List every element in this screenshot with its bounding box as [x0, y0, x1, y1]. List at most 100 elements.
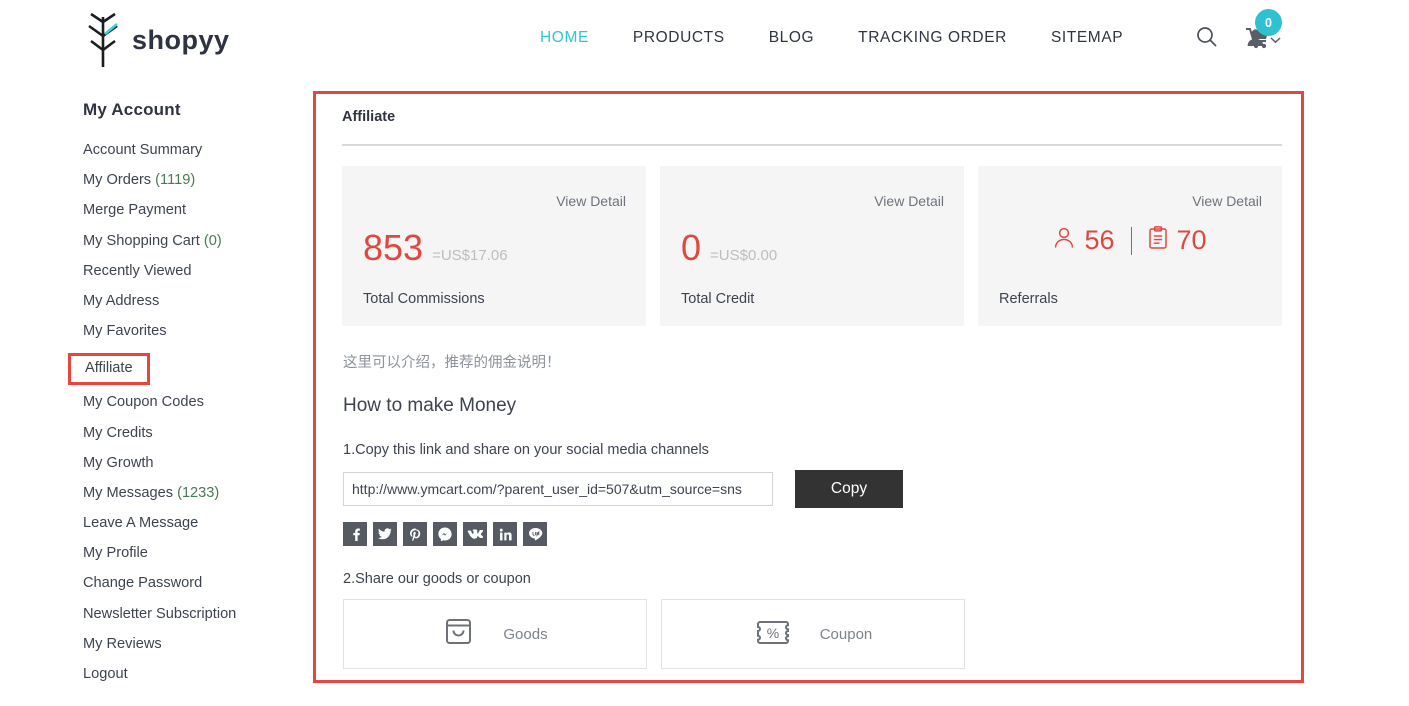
- nav-item-home[interactable]: HOME: [540, 29, 589, 47]
- share-goods-label: Goods: [503, 626, 547, 643]
- sidebar-item-my-shopping-cart[interactable]: My Shopping Cart (0): [83, 233, 293, 250]
- commission-note: 这里可以介绍，推荐的佣金说明！: [343, 351, 1282, 372]
- title-divider: [342, 144, 1282, 146]
- sidebar-item-my-profile[interactable]: My Profile: [83, 545, 293, 562]
- sidebar-item-label: My Orders: [83, 172, 155, 188]
- cart-icon: [1245, 37, 1271, 54]
- search-icon[interactable]: [1196, 26, 1218, 53]
- sidebar-item-label: My Profile: [83, 545, 148, 561]
- referral-people-count: 56: [1084, 227, 1114, 254]
- sidebar-item-affiliate[interactable]: Affiliate: [68, 353, 150, 385]
- tree-leaf-icon: [83, 11, 123, 69]
- sidebar-item-my-credits[interactable]: My Credits: [83, 425, 293, 442]
- account-sidebar: My Account Account Summary My Orders (11…: [83, 100, 293, 696]
- share-coupon-button[interactable]: % Coupon: [661, 599, 965, 669]
- sidebar-item-newsletter-subscription[interactable]: Newsletter Subscription: [83, 606, 293, 623]
- sidebar-item-label: My Credits: [83, 425, 153, 441]
- person-icon: [1053, 226, 1075, 255]
- site-logo[interactable]: shopyy: [83, 11, 230, 69]
- messenger-icon[interactable]: [433, 522, 457, 546]
- sidebar-item-my-growth[interactable]: My Growth: [83, 455, 293, 472]
- how-to-make-money-heading: How to make Money: [343, 395, 1282, 417]
- sidebar-item-leave-a-message[interactable]: Leave A Message: [83, 515, 293, 532]
- sidebar-item-change-password[interactable]: Change Password: [83, 575, 293, 592]
- copy-button[interactable]: Copy: [795, 470, 903, 508]
- affiliate-link-input[interactable]: [343, 472, 773, 506]
- step1-label: 1.Copy this link and share on your socia…: [343, 442, 1282, 458]
- view-detail-link[interactable]: View Detail: [874, 193, 944, 209]
- clipboard-list-icon: [1148, 226, 1168, 255]
- card-value-row: 853 =US$17.06: [363, 230, 508, 266]
- card-sub-value: =US$0.00: [710, 247, 777, 264]
- card-total-credit: View Detail 0 =US$0.00 Total Credit: [660, 166, 964, 326]
- sidebar-item-label: Merge Payment: [83, 202, 186, 218]
- site-header: shopyy HOME PRODUCTS BLOG TRACKING ORDER…: [0, 0, 1409, 82]
- sidebar-item-account-summary[interactable]: Account Summary: [83, 142, 293, 159]
- nav-item-blog[interactable]: BLOG: [769, 29, 814, 47]
- line-icon[interactable]: [523, 522, 547, 546]
- sidebar-item-count: (1119): [155, 172, 195, 188]
- share-goods-button[interactable]: Goods: [343, 599, 647, 669]
- sidebar-item-my-coupon-codes[interactable]: My Coupon Codes: [83, 394, 293, 411]
- sidebar-item-my-messages[interactable]: My Messages (1233): [83, 485, 293, 502]
- coupon-percent-icon: %: [754, 617, 792, 652]
- sidebar-item-my-reviews[interactable]: My Reviews: [83, 636, 293, 653]
- sidebar-item-recently-viewed[interactable]: Recently Viewed: [83, 263, 293, 280]
- view-detail-link[interactable]: View Detail: [556, 193, 626, 209]
- cart-button[interactable]: 0: [1245, 26, 1271, 55]
- nav-item-sitemap[interactable]: SITEMAP: [1051, 29, 1123, 47]
- sidebar-item-label: My Coupon Codes: [83, 394, 204, 410]
- svg-text:%: %: [766, 625, 778, 641]
- card-sub-value: =US$17.06: [432, 247, 507, 264]
- referral-orders-cell: 70: [1148, 226, 1207, 255]
- sidebar-item-label: My Favorites: [83, 323, 167, 339]
- shopping-bag-icon: [442, 615, 475, 653]
- sidebar-item-label: Recently Viewed: [83, 263, 191, 279]
- page-title: Affiliate: [342, 109, 1282, 125]
- sidebar-item-label: My Growth: [83, 455, 154, 471]
- referral-values-row: 56: [978, 226, 1282, 255]
- social-share-row: [343, 522, 1282, 546]
- sidebar-item-label: My Reviews: [83, 636, 162, 652]
- affiliate-link-row: Copy: [343, 470, 1282, 508]
- sidebar-item-label: Change Password: [83, 575, 202, 591]
- nav-item-products[interactable]: PRODUCTS: [633, 29, 725, 47]
- sidebar-item-label: My Address: [83, 293, 159, 309]
- pinterest-icon[interactable]: [403, 522, 427, 546]
- nav-item-tracking-order[interactable]: TRACKING ORDER: [858, 29, 1007, 47]
- sidebar-item-my-favorites[interactable]: My Favorites: [83, 323, 293, 340]
- sidebar-item-logout[interactable]: Logout: [83, 666, 293, 683]
- sidebar-item-label: Logout: [83, 666, 128, 682]
- main-nav: HOME PRODUCTS BLOG TRACKING ORDER SITEMA…: [540, 29, 1123, 47]
- referral-divider: [1131, 227, 1132, 255]
- sidebar-title: My Account: [83, 100, 293, 120]
- sidebar-item-label: Account Summary: [83, 142, 202, 158]
- card-total-commissions: View Detail 853 =US$17.06 Total Commissi…: [342, 166, 646, 326]
- share-coupon-label: Coupon: [820, 626, 873, 643]
- sidebar-item-my-orders[interactable]: My Orders (1119): [83, 172, 293, 189]
- view-detail-link[interactable]: View Detail: [1192, 193, 1262, 209]
- facebook-icon[interactable]: [343, 522, 367, 546]
- card-value: 0: [681, 230, 701, 266]
- sidebar-item-label: Affiliate: [85, 360, 133, 376]
- affiliate-panel: Affiliate View Detail 853 =US$17.06 Tota…: [313, 91, 1304, 683]
- sidebar-item-count: (1233): [177, 485, 219, 501]
- twitter-icon[interactable]: [373, 522, 397, 546]
- referral-orders-count: 70: [1177, 227, 1207, 254]
- sidebar-item-label: My Shopping Cart: [83, 233, 204, 249]
- share-boxes: Goods % Coupon: [343, 599, 1282, 669]
- sidebar-item-merge-payment[interactable]: Merge Payment: [83, 202, 293, 219]
- sidebar-item-label: Leave A Message: [83, 515, 198, 531]
- stat-cards: View Detail 853 =US$17.06 Total Commissi…: [342, 166, 1282, 326]
- sidebar-item-count: (0): [204, 233, 222, 249]
- sidebar-item-my-address[interactable]: My Address: [83, 293, 293, 310]
- page-root: shopyy HOME PRODUCTS BLOG TRACKING ORDER…: [0, 0, 1409, 706]
- logo-text: shopyy: [132, 25, 230, 56]
- card-label: Total Commissions: [363, 291, 485, 307]
- card-label: Referrals: [999, 291, 1058, 307]
- vk-icon[interactable]: [463, 522, 487, 546]
- sidebar-item-label: My Messages: [83, 485, 177, 501]
- linkedin-icon[interactable]: [493, 522, 517, 546]
- step2-label: 2.Share our goods or coupon: [343, 571, 1282, 587]
- card-value-row: 0 =US$0.00: [681, 230, 777, 266]
